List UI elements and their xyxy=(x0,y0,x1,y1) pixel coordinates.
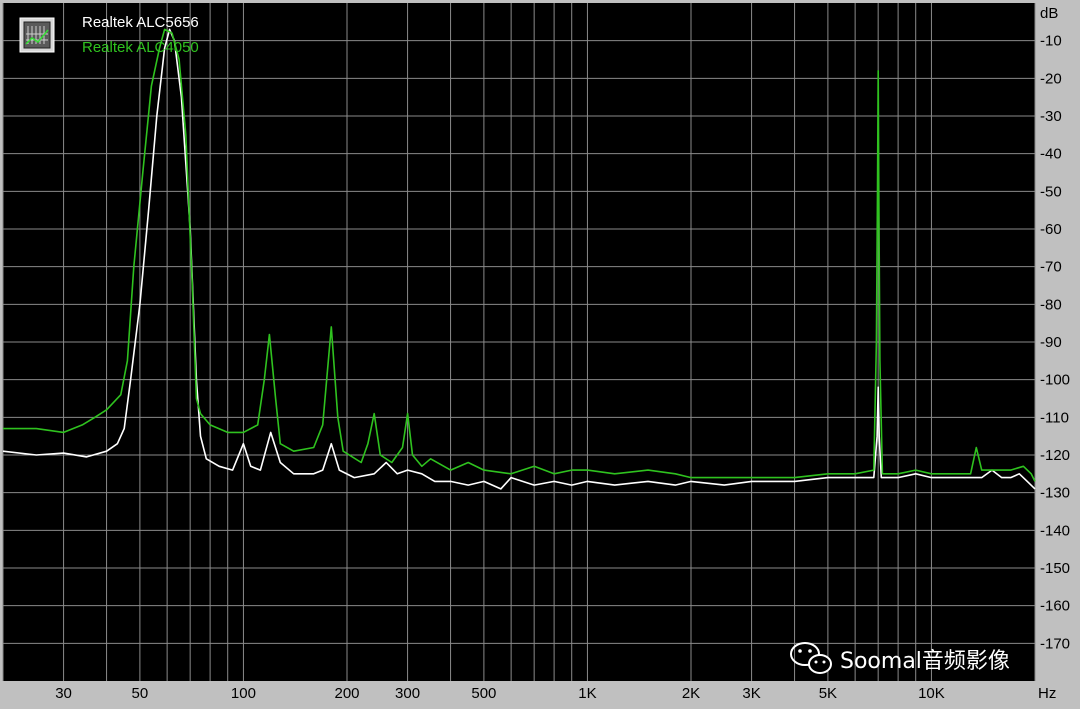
y-tick-label: -30 xyxy=(1040,108,1062,125)
x-tick-label: 10K xyxy=(918,685,945,702)
y-tick-label: -60 xyxy=(1040,221,1062,238)
y-tick-label: -110 xyxy=(1040,409,1069,426)
x-tick-label: 5K xyxy=(819,685,837,702)
y-tick-label: -80 xyxy=(1040,296,1062,313)
y-tick-label: -100 xyxy=(1040,372,1070,389)
x-tick-label: 500 xyxy=(471,685,496,702)
legend-entry-alc5656: Realtek ALC5656 xyxy=(82,14,199,31)
x-unit-label: Hz xyxy=(1038,685,1056,702)
spectrum-chart: -10 -20 -30 -40 -50 -60 -70 -80 -90 -100 -110 -120 -… xyxy=(0,0,1080,709)
y-tick-label: -90 xyxy=(1040,334,1062,351)
legend-icon xyxy=(19,17,55,53)
watermark-text: Soomal音频影像 xyxy=(840,649,1010,674)
x-tick-label: 2K xyxy=(682,685,700,702)
x-tick-label: 50 xyxy=(132,685,149,702)
y-tick-label: -120 xyxy=(1040,447,1070,464)
x-tick-label: 30 xyxy=(55,685,72,702)
x-tick-label: 1K xyxy=(578,685,596,702)
y-unit-label: dB xyxy=(1040,5,1058,22)
y-tick-label: -130 xyxy=(1040,485,1070,502)
y-tick-label: -160 xyxy=(1040,598,1070,615)
x-tick-label: 100 xyxy=(231,685,256,702)
x-tick-label: 300 xyxy=(395,685,420,702)
y-tick-label: -40 xyxy=(1040,146,1062,163)
y-tick-label: -50 xyxy=(1040,183,1062,200)
legend-entry-alc4050: Realtek ALC4050 xyxy=(82,39,199,56)
y-tick-label: -150 xyxy=(1040,560,1070,577)
x-tick-label: 3K xyxy=(742,685,760,702)
y-tick-label: -20 xyxy=(1040,70,1062,87)
y-tick-label: -10 xyxy=(1040,33,1062,50)
y-tick-label: -70 xyxy=(1040,259,1062,276)
y-tick-label: -140 xyxy=(1040,522,1070,539)
y-tick-label: -170 xyxy=(1040,635,1070,652)
x-tick-label: 200 xyxy=(334,685,359,702)
